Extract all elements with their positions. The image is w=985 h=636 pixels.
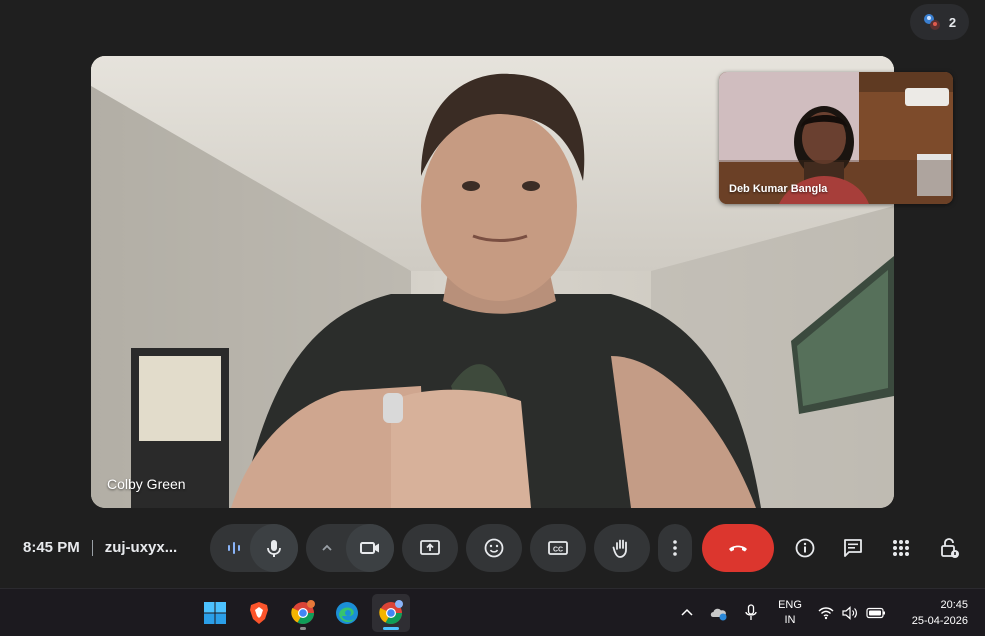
taskbar-edge[interactable] <box>328 594 366 632</box>
show-hidden-icons-button[interactable] <box>676 589 698 636</box>
end-call-icon <box>729 545 747 552</box>
meeting-details-button[interactable] <box>785 524 825 572</box>
camera-icon <box>360 542 379 554</box>
chevron-up-icon <box>322 544 332 551</box>
clock-time: 20:45 <box>940 599 968 611</box>
camera-control-group <box>306 524 394 572</box>
battery-icon <box>866 607 885 619</box>
clock-date: 25-04-2026 <box>911 615 968 627</box>
audio-levels-icon <box>228 542 240 554</box>
raise-hand-icon <box>612 539 627 558</box>
windows-start-icon <box>204 602 226 624</box>
camera-button[interactable] <box>346 524 394 572</box>
onedrive-tray[interactable] <box>706 589 732 636</box>
activities-icon <box>893 540 909 556</box>
start-button[interactable] <box>196 594 234 632</box>
microphone-icon <box>745 604 757 620</box>
clock[interactable]: 20:45 25-04-2026 <box>896 589 968 636</box>
taskbar-chrome-active[interactable] <box>372 594 410 632</box>
meet-window: 2 Colby Green Deb Kumar Bangla 8:45 PM z… <box>0 0 985 588</box>
host-controls-icon <box>941 538 959 558</box>
cloud-icon <box>710 608 727 621</box>
chrome-icon <box>291 600 315 624</box>
wifi-icon <box>818 607 834 620</box>
raise-hand-button[interactable] <box>594 524 650 572</box>
active-indicator <box>383 627 399 630</box>
people-icon <box>923 13 941 31</box>
more-options-button[interactable] <box>658 524 692 572</box>
chat-button[interactable] <box>833 524 873 572</box>
meeting-info: 8:45 PM zuj-uxyx... <box>23 539 177 556</box>
edge-icon <box>336 602 358 624</box>
meeting-code[interactable]: zuj-uxyx... <box>105 539 178 556</box>
participants-chip[interactable]: 2 <box>910 4 969 40</box>
self-name: Deb Kumar Bangla <box>729 183 828 195</box>
language-region: IN <box>784 614 796 626</box>
present-screen-icon <box>420 540 440 555</box>
emoji-icon <box>484 538 504 558</box>
participant-count: 2 <box>948 14 957 30</box>
divider <box>91 539 93 556</box>
microphone-button[interactable] <box>250 524 298 572</box>
info-icon <box>795 538 815 558</box>
present-button[interactable] <box>402 524 458 572</box>
meeting-time: 8:45 PM <box>23 539 80 556</box>
quick-settings[interactable] <box>814 589 890 636</box>
reactions-button[interactable] <box>466 524 522 572</box>
volume-icon <box>842 606 857 620</box>
self-view-tile[interactable]: Deb Kumar Bangla <box>719 72 953 204</box>
svg-text:CC: CC <box>553 547 563 554</box>
captions-icon: CC <box>548 541 568 555</box>
captions-button[interactable]: CC <box>530 524 586 572</box>
chevron-up-icon <box>681 608 693 616</box>
taskbar-chrome[interactable] <box>284 594 322 632</box>
microphone-icon <box>267 540 281 557</box>
brave-browser-icon <box>250 602 268 624</box>
microphone-tray[interactable] <box>740 589 762 636</box>
activities-button[interactable] <box>881 524 921 572</box>
more-options-icon <box>673 540 677 556</box>
taskbar-brave[interactable] <box>240 594 278 632</box>
running-indicator <box>300 627 306 630</box>
control-bar: 8:45 PM zuj-uxyx... CC <box>0 520 985 576</box>
mic-control-group <box>210 524 298 572</box>
chrome-active-icon <box>379 600 403 624</box>
participant-name: Colby Green <box>107 476 186 492</box>
language-code: ENG <box>778 599 802 611</box>
windows-taskbar: ENG IN 20:45 25-04-2026 <box>0 588 985 636</box>
input-language[interactable]: ENG IN <box>768 589 812 636</box>
host-controls-button[interactable] <box>929 524 969 572</box>
chat-icon <box>844 539 862 557</box>
leave-call-button[interactable] <box>702 524 774 572</box>
camera-options-button[interactable] <box>306 524 348 572</box>
